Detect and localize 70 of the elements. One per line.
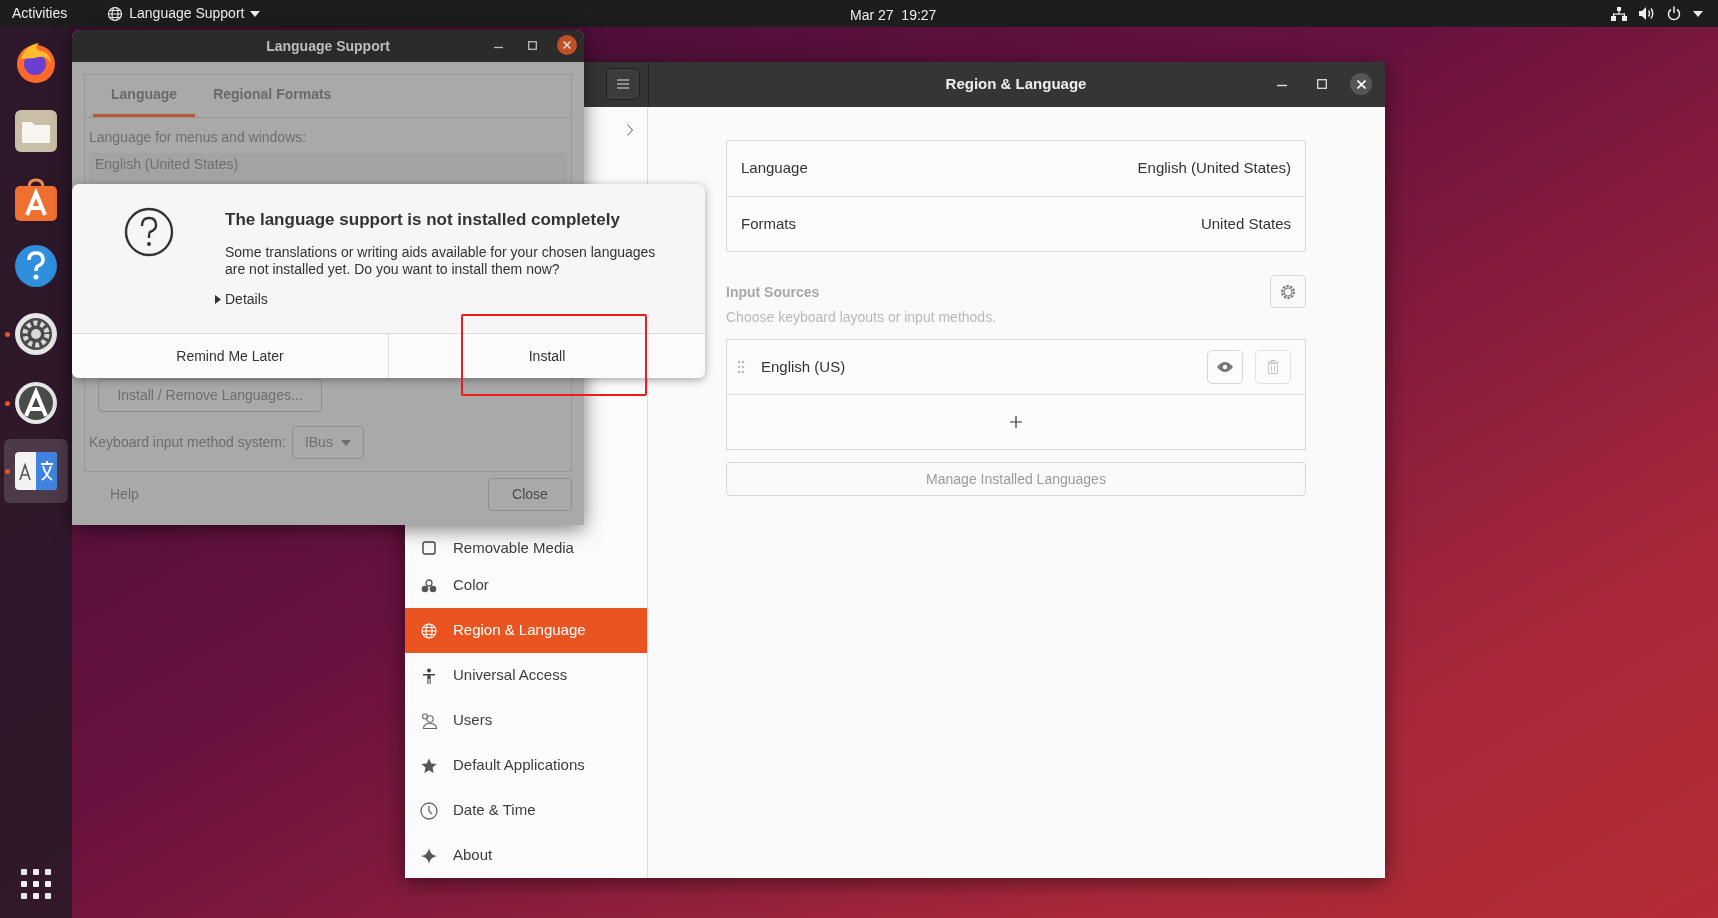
network-icon[interactable] [1611,7,1627,21]
list-label: Language for menus and windows: [89,128,308,147]
window-title: Language Support [266,36,390,56]
chevron-icon[interactable] [627,123,633,136]
dialog-button[interactable]: Install [388,334,705,378]
close-button[interactable] [557,35,577,55]
maximize-icon[interactable] [528,41,537,50]
sidebar-item[interactable]: About [405,833,647,878]
setting-value[interactable]: United States [1200,212,1291,236]
menu-icon [617,79,629,89]
dock-item[interactable] [4,439,68,503]
input-method-label: Keyboard input method system: [89,433,286,452]
sidebar-item[interactable]: Users [405,698,647,743]
accessibility-icon [422,667,436,684]
close-button[interactable]: Close [488,478,572,511]
shopping-bag-icon [13,177,59,223]
updater-icon [13,380,59,426]
activities-button[interactable]: Activities [12,3,68,24]
menu-button[interactable] [606,68,640,100]
dialog-message: Some translations or writing aids available for your chosen languages are not installed yet. Do you want to install them now? [225,243,657,278]
gear-icon [1280,283,1296,300]
color-icon [421,578,437,593]
caret-icon[interactable] [1693,11,1703,17]
dialog-button[interactable]: Remind Me Later [72,334,388,378]
app-grid-icon[interactable] [21,869,51,899]
close-icon [1356,79,1366,89]
caret-icon [250,10,261,17]
minimize-icon[interactable] [494,46,503,49]
globe-icon [107,5,124,22]
clock-icon [420,801,438,820]
sidebar-item[interactable]: Region & Language [405,608,647,653]
sidebar-item[interactable]: Color [405,563,647,608]
input-source-name: English (US) [761,356,847,377]
setting-value[interactable]: English (United States) [1137,157,1291,180]
options-button[interactable] [1270,275,1306,308]
section-title: Input Sources [726,283,821,302]
users-icon [420,712,438,729]
plus-icon [1010,416,1022,428]
app-menu[interactable]: Language Support [107,3,261,24]
help-icon [13,243,59,289]
sidebar-item[interactable]: Default Applications [405,743,647,788]
sidebar-item[interactable]: Universal Access [405,653,647,698]
section-subtitle: Choose keyboard layouts or input methods. [726,308,997,327]
sidebar-item[interactable]: Removable Media [405,527,647,563]
eye-icon [1217,362,1233,372]
dialog-title: The language support is not installed completely [225,209,621,231]
star-icon [421,757,437,774]
folder-icon [13,108,59,154]
maximize-icon[interactable] [1317,79,1327,89]
sparkle-icon [421,847,437,864]
settings-icon [13,311,59,357]
drag-handle-icon[interactable] [737,360,745,374]
setting-label: Formats [741,213,796,234]
window-title: Region & Language [944,74,1088,95]
preview-button[interactable] [1207,350,1243,384]
clock[interactable]: Mar 27 19:27 [850,5,937,26]
expander-icon [215,294,221,304]
power-icon[interactable] [1667,6,1681,21]
volume-icon[interactable] [1639,6,1655,21]
globe-icon [421,622,437,639]
trash-icon [1267,360,1279,374]
caret-icon [340,439,351,446]
details-expander[interactable]: Details [215,288,675,310]
close-icon [563,41,571,49]
close-button[interactable] [1350,73,1372,95]
sidebar-item[interactable]: Date & Time [405,788,647,833]
drive-icon [422,541,436,555]
minimize-icon[interactable] [1277,84,1287,87]
setting-label: Language [741,158,808,179]
question-icon [123,207,174,257]
